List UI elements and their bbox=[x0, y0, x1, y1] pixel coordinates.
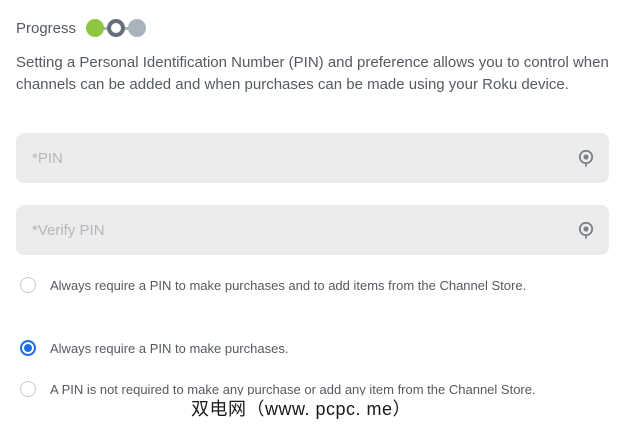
progress-step-upcoming bbox=[128, 19, 147, 37]
progress-indicator: Progress bbox=[16, 16, 147, 40]
radio-button[interactable] bbox=[20, 277, 36, 293]
pin-field[interactable] bbox=[16, 133, 609, 183]
eye-icon[interactable] bbox=[577, 221, 595, 239]
radio-button[interactable] bbox=[20, 381, 36, 397]
pin-option-purchases-only[interactable]: Always require a PIN to make purchases. bbox=[20, 339, 610, 358]
option-label: Always require a PIN to make purchases a… bbox=[50, 278, 527, 293]
verify-pin-input[interactable] bbox=[16, 205, 609, 255]
progress-label: Progress bbox=[16, 19, 77, 37]
progress-steps bbox=[86, 19, 147, 37]
radio-button-selected[interactable] bbox=[20, 340, 36, 356]
option-label: Always require a PIN to make purchases. bbox=[50, 341, 289, 356]
pin-input[interactable] bbox=[16, 133, 609, 183]
watermark-text: 双电网（www. pcpc. me） bbox=[189, 395, 414, 421]
eye-icon[interactable] bbox=[577, 149, 595, 167]
progress-step-current bbox=[107, 19, 126, 37]
progress-step-complete bbox=[86, 19, 105, 37]
verify-pin-field[interactable] bbox=[16, 205, 609, 255]
pin-option-always-purchases-and-channels[interactable]: Always require a PIN to make purchases a… bbox=[20, 276, 610, 295]
pin-description: Setting a Personal Identification Number… bbox=[16, 54, 609, 93]
